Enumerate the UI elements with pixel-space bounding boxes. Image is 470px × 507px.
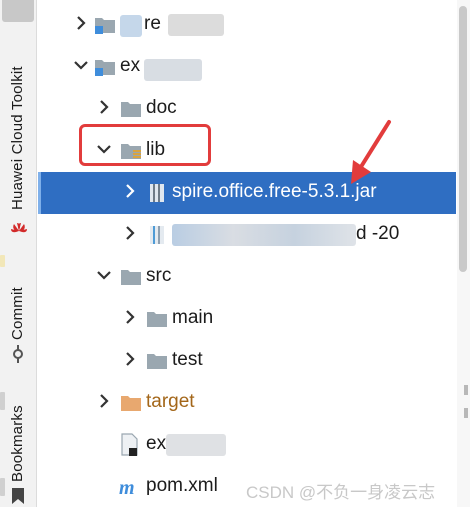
tree-item-label: target <box>146 391 195 412</box>
tree-item-label: main <box>172 307 214 328</box>
bookmark-icon <box>12 488 24 504</box>
vertical-scrollbar[interactable] <box>457 0 470 507</box>
folder-icon <box>121 102 141 117</box>
project-tree: re ex doc lib spire.office.free-5.3.1.ja… <box>38 0 456 507</box>
strip-marker <box>0 478 5 496</box>
maven-icon: m <box>119 478 135 498</box>
chevron-right-icon[interactable] <box>73 15 89 31</box>
gutter-marker <box>464 385 468 395</box>
jar-icon <box>150 226 164 244</box>
strip-marker <box>0 255 5 267</box>
tree-item-label: pom.xml <box>146 475 218 496</box>
chevron-right-icon[interactable] <box>96 393 112 409</box>
tree-item-label: doc <box>146 97 177 118</box>
tree-item-label: re <box>144 13 161 34</box>
tree-item-label: test <box>172 349 203 370</box>
commit-tab[interactable]: Commit <box>9 272 26 340</box>
tree-row[interactable]: src <box>38 256 456 298</box>
tree-item-label: ex <box>120 55 141 76</box>
folder-icon <box>147 312 167 327</box>
chevron-right-icon[interactable] <box>122 351 138 367</box>
module-folder-icon <box>95 18 115 34</box>
bookmarks-tab[interactable]: Bookmarks <box>9 392 26 482</box>
tree-row[interactable]: d -20 <box>38 214 456 256</box>
tool-strip-top-button[interactable] <box>2 0 34 22</box>
folder-icon <box>121 270 141 285</box>
tree-row[interactable]: main <box>38 298 456 340</box>
chevron-down-icon[interactable] <box>96 267 112 283</box>
tree-row[interactable]: re <box>38 4 456 46</box>
iml-file-icon <box>121 433 138 456</box>
tree-item-label: src <box>146 265 172 286</box>
selection-edge <box>38 172 41 214</box>
redacted-text <box>172 224 356 246</box>
folder-icon <box>147 354 167 369</box>
redacted-text <box>166 434 226 456</box>
redacted-text <box>168 14 224 36</box>
tree-row[interactable]: ex <box>38 46 456 88</box>
tree-row[interactable]: target <box>38 382 456 424</box>
chevron-down-icon[interactable] <box>73 57 89 73</box>
huawei-icon <box>11 223 27 233</box>
tree-row[interactable]: ex .iml <box>38 424 456 466</box>
tree-item-label: d -20 <box>356 223 400 244</box>
redacted-text <box>144 59 202 81</box>
tool-window-strip: Huawei Cloud Toolkit Commit Bookmarks <box>0 0 37 507</box>
tree-row[interactable]: test <box>38 340 456 382</box>
redacted-text <box>120 15 142 37</box>
annotation-arrow-icon <box>351 120 391 184</box>
gutter-marker <box>464 408 468 418</box>
jar-icon <box>150 184 164 202</box>
huawei-cloud-toolkit-tab[interactable]: Huawei Cloud Toolkit <box>9 40 26 210</box>
chevron-right-icon[interactable] <box>122 183 138 199</box>
chevron-right-icon[interactable] <box>122 225 138 241</box>
chevron-right-icon[interactable] <box>96 99 112 115</box>
chevron-right-icon[interactable] <box>122 309 138 325</box>
scrollbar-thumb[interactable] <box>459 6 467 272</box>
excluded-folder-icon <box>121 396 141 411</box>
annotation-highlight-box <box>79 124 211 166</box>
watermark-text: CSDN @不负一身凌云志 <box>246 483 436 502</box>
module-folder-icon <box>95 60 115 76</box>
svg-text:m: m <box>119 478 135 498</box>
commit-icon <box>13 345 23 363</box>
strip-marker <box>0 392 5 410</box>
